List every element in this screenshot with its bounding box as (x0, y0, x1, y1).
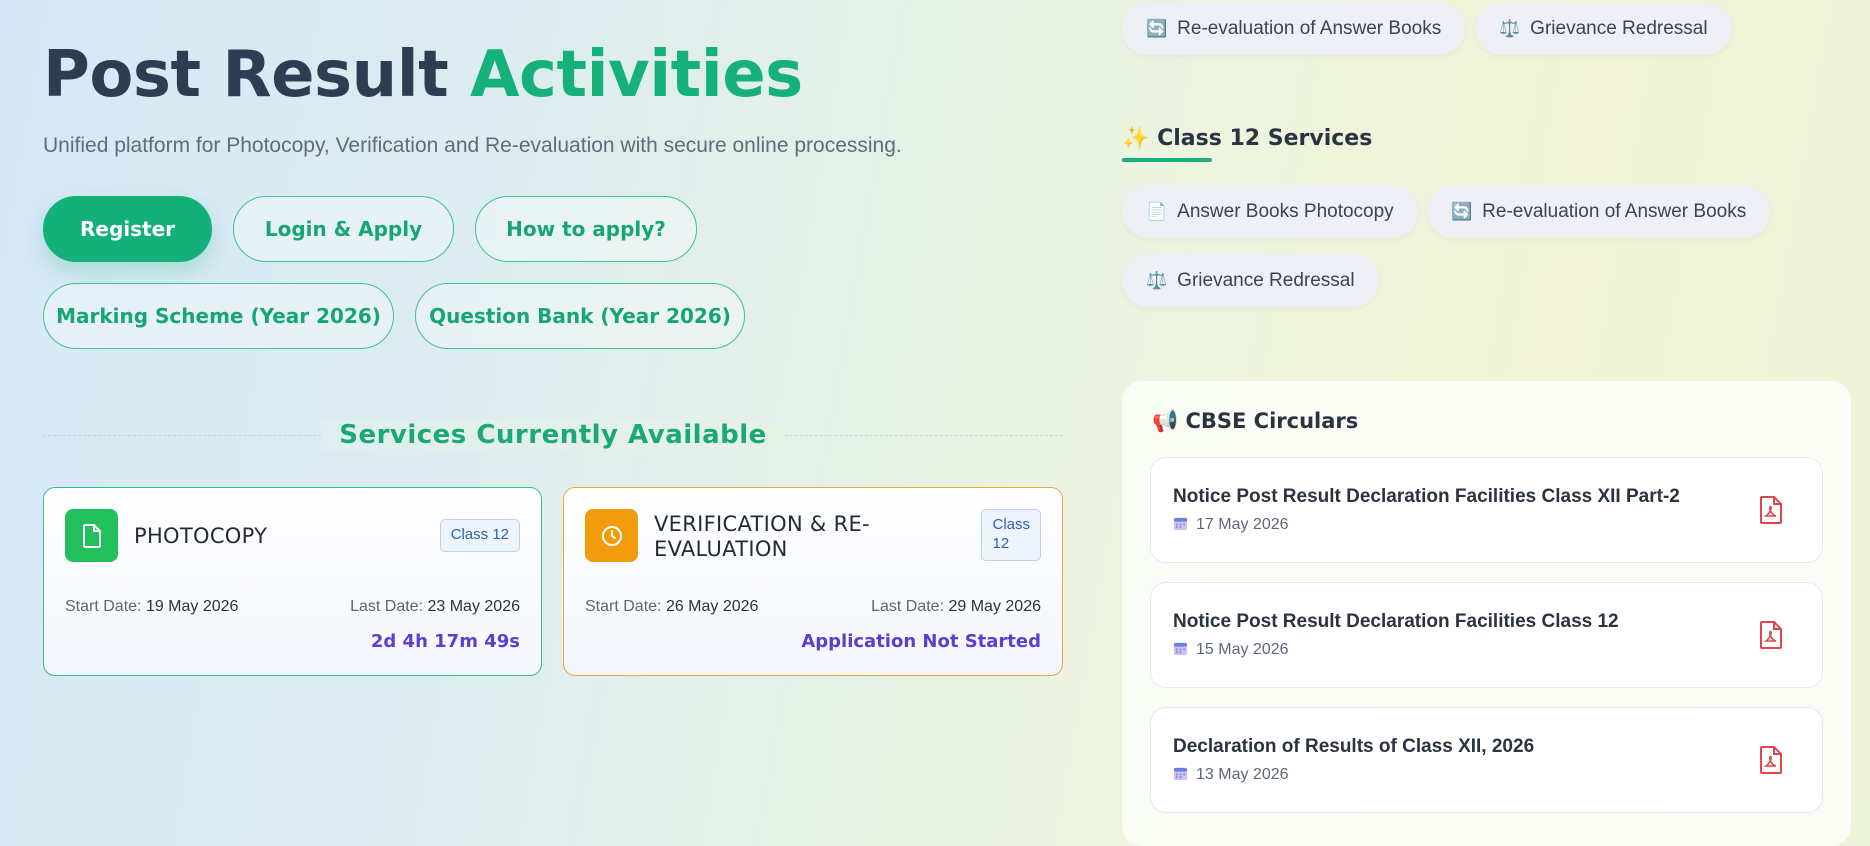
circular-item[interactable]: Notice Post Result Declaration Facilitie… (1150, 457, 1823, 563)
question-bank-button[interactable]: Question Bank (Year 2026) (415, 283, 745, 349)
document-icon: 📄 (1146, 201, 1168, 221)
service-name-line-1: VERIFICATION & RE- (654, 512, 870, 536)
circular-date-value: 15 May 2026 (1196, 641, 1289, 658)
last-date-label: Last Date: (350, 598, 424, 615)
circular-date: 15 May 2026 (1173, 641, 1289, 659)
start-date: Start Date: 19 May 2026 (65, 598, 238, 616)
service-card-verification[interactable]: VERIFICATION & RE- EVALUATION Class 12 Sta… (563, 487, 1063, 676)
class-badge: Class 12 (439, 519, 520, 552)
circular-date: 13 May 2026 (1173, 766, 1289, 784)
pdf-icon[interactable] (1760, 496, 1782, 524)
class12-heading: ✨ Class 12 Services (1122, 126, 1372, 151)
title-main: Post Result (43, 38, 449, 112)
last-date-value: 23 May 2026 (427, 598, 520, 615)
pdf-icon[interactable] (1760, 746, 1782, 774)
sparkles-icon: ✨ (1122, 126, 1150, 151)
last-date: Last Date: 23 May 2026 (350, 598, 520, 616)
refresh-icon: 🔄 (1146, 18, 1168, 38)
class-badge-line-1: Class (992, 516, 1030, 533)
services-heading-text: Services Currently Available (321, 420, 785, 450)
circular-item[interactable]: Notice Post Result Declaration Facilitie… (1150, 582, 1823, 688)
circular-date: 17 May 2026 (1173, 516, 1289, 534)
calendar-icon (1173, 517, 1188, 531)
start-date-value: 19 May 2026 (145, 598, 239, 615)
last-date-value: 29 May 2026 (948, 598, 1041, 615)
how-to-apply-button[interactable]: How to apply? (475, 196, 697, 262)
register-button[interactable]: Register (43, 196, 212, 262)
chip-grievance[interactable]: ⚖️ Grievance Redressal (1475, 2, 1732, 55)
start-date: Start Date: 26 May 2026 (585, 598, 758, 616)
title-accent: Activities (470, 38, 803, 112)
chip-answer-books-photocopy[interactable]: 📄 Answer Books Photocopy (1122, 185, 1418, 238)
circular-title: Notice Post Result Declaration Facilitie… (1173, 486, 1680, 507)
chip-re-evaluation[interactable]: 🔄 Re-evaluation of Answer Books (1122, 2, 1466, 55)
clock-icon (585, 509, 638, 562)
class-badge: Class 12 (981, 509, 1041, 561)
service-name: VERIFICATION & RE- EVALUATION (654, 512, 870, 562)
pdf-icon[interactable] (1760, 621, 1782, 649)
marking-scheme-button[interactable]: Marking Scheme (Year 2026) (43, 283, 394, 349)
circular-title: Declaration of Results of Class XII, 202… (1173, 736, 1535, 757)
chip-label: Re-evaluation of Answer Books (1482, 200, 1747, 222)
megaphone-icon: 📢 (1152, 409, 1179, 433)
countdown-timer: 2d 4h 17m 49s (370, 631, 520, 652)
last-date-label: Last Date: (871, 598, 945, 615)
circular-item[interactable]: Declaration of Results of Class XII, 202… (1150, 707, 1823, 813)
chip-re-evaluation[interactable]: 🔄 Re-evaluation of Answer Books (1427, 185, 1771, 238)
class12-heading-text: Class 12 Services (1157, 126, 1373, 151)
start-date-label: Start Date: (585, 598, 662, 615)
login-apply-button[interactable]: Login & Apply (233, 196, 454, 262)
calendar-icon (1173, 642, 1188, 656)
service-name-line-2: EVALUATION (654, 537, 788, 562)
page-subtitle: Unified platform for Photocopy, Verifica… (43, 134, 902, 157)
scales-icon: ⚖️ (1146, 270, 1168, 290)
scales-icon: ⚖️ (1499, 18, 1521, 38)
service-card-photocopy[interactable]: PHOTOCOPY Class 12 Start Date: 19 May 20… (43, 487, 542, 676)
calendar-icon (1173, 767, 1188, 781)
circular-title: Notice Post Result Declaration Facilitie… (1173, 611, 1619, 632)
circular-date-value: 13 May 2026 (1196, 766, 1289, 783)
application-status: Application Not Started (801, 631, 1041, 652)
service-name: PHOTOCOPY (134, 524, 268, 548)
class-badge-line-2: 12 (992, 534, 1010, 552)
last-date: Last Date: 29 May 2026 (871, 598, 1041, 616)
circulars-panel: 📢 CBSE Circulars Notice Post Result Decl… (1122, 381, 1851, 846)
chip-grievance[interactable]: ⚖️ Grievance Redressal (1122, 254, 1379, 307)
chip-label: Grievance Redressal (1177, 269, 1355, 291)
circular-date-value: 17 May 2026 (1196, 516, 1289, 533)
circulars-heading: 📢 CBSE Circulars (1152, 409, 1358, 434)
chip-label: Grievance Redressal (1530, 17, 1708, 39)
start-date-value: 26 May 2026 (665, 598, 759, 615)
chip-label: Re-evaluation of Answer Books (1177, 17, 1442, 39)
services-heading: Services Currently Available (43, 420, 1063, 450)
circulars-heading-text: CBSE Circulars (1185, 409, 1359, 433)
page-title: Post Result Activities (43, 38, 803, 112)
heading-underline (1122, 158, 1212, 162)
start-date-label: Start Date: (65, 598, 142, 615)
document-icon (65, 509, 118, 562)
chip-label: Answer Books Photocopy (1177, 200, 1394, 222)
refresh-icon: 🔄 (1451, 201, 1473, 221)
